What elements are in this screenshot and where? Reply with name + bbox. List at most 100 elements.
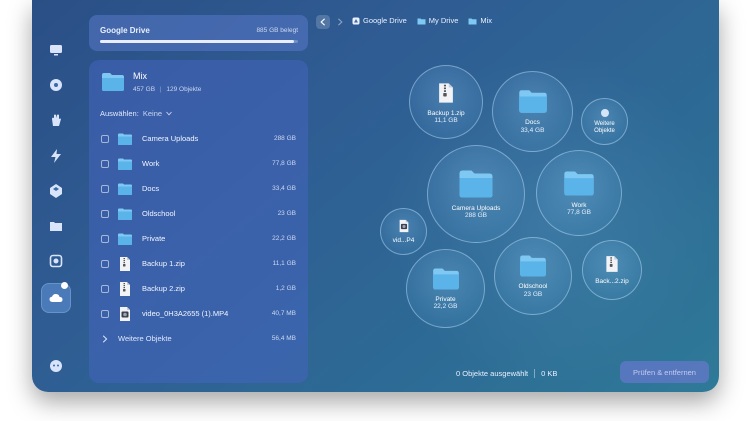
bubble-size: 23 GB xyxy=(523,290,543,298)
select-value: Keine xyxy=(142,109,163,118)
item-size: 40,7 MB xyxy=(271,310,296,317)
storage-usage-bar xyxy=(100,40,298,43)
item-name: Backup 1.zip xyxy=(142,259,185,268)
folder-icon xyxy=(468,18,477,24)
cloud-icon[interactable] xyxy=(48,290,64,306)
folder-icon xyxy=(118,233,132,245)
panel-count: 129 Objekte xyxy=(166,86,202,93)
bubble-size: 11,1 GB xyxy=(434,117,458,124)
item-size: 33,4 GB xyxy=(272,185,296,192)
chevron-left-icon xyxy=(320,18,325,26)
more-items-size: 56,4 MB xyxy=(271,335,296,342)
item-name: Oldschool xyxy=(142,209,176,218)
folder-icon xyxy=(459,170,493,198)
item-name: Camera Uploads xyxy=(142,134,199,143)
item-size: 1,2 GB xyxy=(275,285,296,292)
folder-icon xyxy=(118,208,132,220)
bubble-size: 22,2 GB xyxy=(433,303,458,310)
sidebar-rail xyxy=(32,0,80,392)
panel-header: Mix 457 GB | 129 Objekte xyxy=(89,60,308,100)
bubble-item[interactable]: Oldschool 23 GB xyxy=(494,237,572,315)
status-separator xyxy=(534,369,536,378)
chevron-right-icon xyxy=(338,18,343,26)
breadcrumb-item[interactable]: My Drive xyxy=(417,16,459,25)
panel-title: Mix xyxy=(133,71,147,81)
list-item[interactable]: Private 22,2 GB xyxy=(89,226,308,251)
storage-usage-fill xyxy=(100,40,295,43)
bubble-size: 288 GB xyxy=(464,212,488,219)
breadcrumb-label: Google Drive xyxy=(363,16,407,25)
list-item[interactable]: Camera Uploads 288 GB xyxy=(89,126,308,151)
apps-icon[interactable] xyxy=(48,183,64,199)
bubble-name: Oldschool xyxy=(518,283,548,291)
hand-icon[interactable] xyxy=(48,112,64,128)
item-checkbox[interactable] xyxy=(101,159,109,168)
item-checkbox[interactable] xyxy=(101,234,109,243)
bubble-name: Weitere Objekte xyxy=(594,121,615,134)
item-checkbox[interactable] xyxy=(101,209,109,218)
bubble-name: Docs xyxy=(525,119,540,127)
bubble-item[interactable]: Back...2.zip xyxy=(582,240,642,300)
storage-card[interactable]: Google Drive 885 GB belegt xyxy=(89,15,308,51)
item-checkbox[interactable] xyxy=(101,184,109,193)
list-item[interactable]: Work 77,8 GB xyxy=(89,151,308,176)
item-checkbox[interactable] xyxy=(101,309,109,318)
panel-meta: 457 GB | 129 Objekte xyxy=(133,86,201,93)
zip-file-icon xyxy=(120,256,130,271)
list-item[interactable]: video_0H3A2655 (1).MP4 40,7 MB xyxy=(89,301,308,326)
item-name: Backup 2.zip xyxy=(142,284,185,293)
bubble-item[interactable]: Backup 1.zip 11,1 GB xyxy=(409,65,483,139)
list-item[interactable]: Docs 33,4 GB xyxy=(89,176,308,201)
folder-icon[interactable] xyxy=(48,218,64,234)
bubble-item[interactable]: vid...P4 xyxy=(380,208,427,255)
bubble-item[interactable]: Weitere Objekte xyxy=(581,98,628,145)
breadcrumb-item[interactable]: Google Drive xyxy=(352,16,407,25)
bubble-item[interactable]: Private 22,2 GB xyxy=(406,249,485,328)
bubble-item[interactable]: Camera Uploads 288 GB xyxy=(427,145,525,243)
breadcrumb-label: My Drive xyxy=(428,16,459,25)
folder-icon xyxy=(520,255,546,277)
bubble-item[interactable]: Docs 33,4 GB xyxy=(492,71,573,152)
breadcrumb-item[interactable]: Mix xyxy=(468,16,492,25)
breadcrumb: Google Drive My Drive Mix xyxy=(352,16,492,25)
notification-dot xyxy=(61,282,68,289)
bubble-item[interactable]: Work 77,8 GB xyxy=(536,150,622,236)
bubble-name: vid...P4 xyxy=(392,237,415,245)
item-name: Docs xyxy=(142,184,160,193)
select-dropdown[interactable]: Auswählen: Keine xyxy=(100,109,172,118)
item-size: 288 GB xyxy=(273,135,296,142)
scanner-icon[interactable] xyxy=(48,253,64,269)
folder-contents-panel: Mix 457 GB | 129 Objekte Auswählen: Kein… xyxy=(89,60,308,383)
review-remove-button[interactable]: Prüfen & entfernen xyxy=(620,361,709,383)
bubble-size: 77,8 GB xyxy=(567,209,591,216)
folder-icon xyxy=(518,90,547,113)
bubble-name: Camera Uploads xyxy=(451,204,501,212)
bubble-size: 33,4 GB xyxy=(520,126,545,134)
breadcrumb-label: Mix xyxy=(480,16,493,25)
list-item[interactable]: Backup 1.zip 11,1 GB xyxy=(89,251,308,276)
zip-file-icon xyxy=(606,256,618,273)
assistant-icon[interactable] xyxy=(48,358,64,374)
folder-icon xyxy=(432,268,459,290)
zip-file-icon xyxy=(120,281,130,296)
item-checkbox[interactable] xyxy=(101,259,109,268)
item-checkbox[interactable] xyxy=(101,134,109,143)
forward-button[interactable] xyxy=(333,15,347,29)
back-button[interactable] xyxy=(316,15,330,29)
list-item[interactable]: Backup 2.zip 1,2 GB xyxy=(89,276,308,301)
monitor-icon[interactable] xyxy=(48,42,64,58)
drive-icon xyxy=(352,17,360,24)
folder-icon xyxy=(417,18,426,24)
app-window: Google Drive 885 GB belegt Mix 457 GB | … xyxy=(32,0,719,392)
item-name: Work xyxy=(142,159,160,168)
lightning-icon[interactable] xyxy=(48,148,64,164)
folder-icon xyxy=(564,171,594,196)
more-items-row[interactable]: Weitere Objekte 56,4 MB xyxy=(89,326,308,351)
item-name: video_0H3A2655 (1).MP4 xyxy=(142,309,229,318)
video-file-icon xyxy=(399,220,408,233)
item-checkbox[interactable] xyxy=(101,284,109,293)
list-item[interactable]: Oldschool 23 GB xyxy=(89,201,308,226)
disk-icon[interactable] xyxy=(48,77,64,93)
folder-icon xyxy=(118,133,132,145)
video-file-icon xyxy=(120,306,130,321)
